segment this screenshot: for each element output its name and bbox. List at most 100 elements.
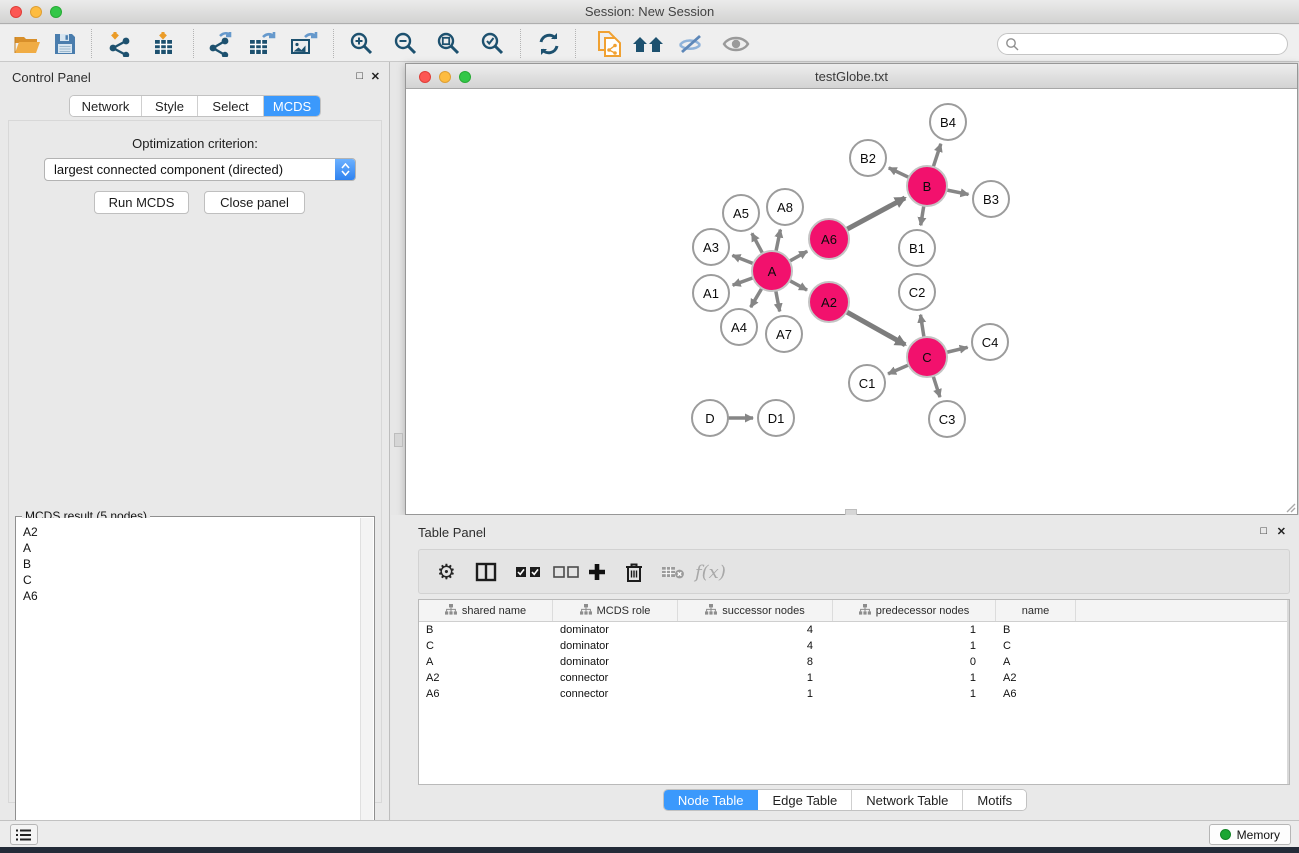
- cell-predecessor-nodes[interactable]: 1: [833, 670, 996, 686]
- zoom-out-icon[interactable]: [388, 27, 424, 60]
- cell-mcds-role[interactable]: dominator: [553, 622, 678, 638]
- column-header-shared-name[interactable]: shared name: [419, 600, 553, 621]
- cell-name[interactable]: A: [996, 654, 1076, 670]
- cell-successor-nodes[interactable]: 8: [678, 654, 833, 670]
- cell-successor-nodes[interactable]: 1: [678, 686, 833, 702]
- table-row[interactable]: Cdominator41C: [419, 638, 1289, 654]
- cell-shared-name[interactable]: A: [419, 654, 553, 670]
- import-network-icon[interactable]: [102, 27, 138, 60]
- tab-style[interactable]: Style: [142, 96, 198, 116]
- network-window-titlebar[interactable]: testGlobe.txt: [406, 64, 1297, 89]
- tab-network[interactable]: Network: [70, 96, 142, 116]
- cell-successor-nodes[interactable]: 4: [678, 622, 833, 638]
- cell-shared-name[interactable]: A2: [419, 670, 553, 686]
- open-file-icon[interactable]: [9, 27, 45, 60]
- tab-network-table[interactable]: Network Table: [852, 790, 963, 810]
- resize-grip-icon[interactable]: [1285, 502, 1296, 513]
- import-table-icon[interactable]: [145, 27, 181, 60]
- select-all-icon[interactable]: [515, 556, 541, 588]
- minimize-window-button[interactable]: [30, 6, 42, 18]
- table-row[interactable]: A6connector11A6: [419, 686, 1289, 702]
- float-panel-icon[interactable]: □: [356, 70, 363, 82]
- network-file-icon[interactable]: [590, 27, 626, 60]
- cell-successor-nodes[interactable]: 4: [678, 638, 833, 654]
- cell-predecessor-nodes[interactable]: 1: [833, 686, 996, 702]
- node-B1[interactable]: B1: [898, 229, 936, 267]
- export-table-icon[interactable]: [244, 27, 280, 60]
- cell-shared-name[interactable]: A6: [419, 686, 553, 702]
- zoom-fit-icon[interactable]: [431, 27, 467, 60]
- cell-name[interactable]: B: [996, 622, 1076, 638]
- node-C[interactable]: C: [906, 336, 948, 378]
- function-builder-icon[interactable]: f(x): [695, 556, 726, 588]
- node-D1[interactable]: D1: [757, 399, 795, 437]
- table-float-icon[interactable]: □: [1260, 525, 1267, 537]
- cell-mcds-role[interactable]: connector: [553, 670, 678, 686]
- column-header-mcds-role[interactable]: MCDS role: [553, 600, 678, 621]
- show-columns-icon[interactable]: [475, 556, 497, 588]
- show-all-icon[interactable]: [718, 27, 754, 60]
- mcds-result-list[interactable]: A2ABCA6: [17, 518, 360, 853]
- node-D[interactable]: D: [691, 399, 729, 437]
- table-close-icon[interactable]: ✕: [1277, 525, 1286, 538]
- network-zoom-button[interactable]: [459, 71, 471, 83]
- cell-mcds-role[interactable]: connector: [553, 686, 678, 702]
- vertical-divider-handle[interactable]: [394, 433, 403, 447]
- result-item[interactable]: A: [23, 540, 360, 556]
- delete-column-icon[interactable]: [625, 556, 643, 588]
- tab-node-table[interactable]: Node Table: [664, 790, 759, 810]
- criterion-dropdown[interactable]: largest connected component (directed): [44, 158, 356, 181]
- cell-shared-name[interactable]: C: [419, 638, 553, 654]
- search-input[interactable]: [1019, 37, 1269, 51]
- settings-gear-icon[interactable]: ⚙: [437, 556, 456, 588]
- result-item[interactable]: C: [23, 572, 360, 588]
- delete-table-icon[interactable]: [661, 556, 685, 588]
- node-C3[interactable]: C3: [928, 400, 966, 438]
- result-item[interactable]: A6: [23, 588, 360, 604]
- cell-name[interactable]: A6: [996, 686, 1076, 702]
- memory-button[interactable]: Memory: [1209, 824, 1291, 845]
- network-canvas[interactable]: B4B2BB3A8A5A6A3B1AA1C2A2A4A7C4CC1DD1C3: [406, 89, 1297, 514]
- task-history-button[interactable]: [10, 824, 38, 845]
- cell-predecessor-nodes[interactable]: 1: [833, 638, 996, 654]
- cell-shared-name[interactable]: B: [419, 622, 553, 638]
- node-A5[interactable]: A5: [722, 194, 760, 232]
- node-A2[interactable]: A2: [808, 281, 850, 323]
- node-A[interactable]: A: [751, 250, 793, 292]
- add-column-icon[interactable]: [587, 556, 607, 588]
- node-A6[interactable]: A6: [808, 218, 850, 260]
- node-A8[interactable]: A8: [766, 188, 804, 226]
- node-B2[interactable]: B2: [849, 139, 887, 177]
- zoom-selected-icon[interactable]: [475, 27, 511, 60]
- cell-predecessor-nodes[interactable]: 0: [833, 654, 996, 670]
- node-C1[interactable]: C1: [848, 364, 886, 402]
- node-A4[interactable]: A4: [720, 308, 758, 346]
- refresh-layout-icon[interactable]: [531, 27, 567, 60]
- cell-name[interactable]: A2: [996, 670, 1076, 686]
- cell-name[interactable]: C: [996, 638, 1076, 654]
- node-C4[interactable]: C4: [971, 323, 1009, 361]
- tab-motifs[interactable]: Motifs: [963, 790, 1026, 810]
- tab-select[interactable]: Select: [198, 96, 264, 116]
- column-header-successor-nodes[interactable]: successor nodes: [678, 600, 833, 621]
- zoom-in-icon[interactable]: [344, 27, 380, 60]
- export-image-icon[interactable]: [286, 27, 322, 60]
- run-mcds-button[interactable]: Run MCDS: [94, 191, 189, 214]
- node-B[interactable]: B: [906, 165, 948, 207]
- tab-mcds[interactable]: MCDS: [264, 96, 320, 116]
- node-B4[interactable]: B4: [929, 103, 967, 141]
- zoom-window-button[interactable]: [50, 6, 62, 18]
- node-A1[interactable]: A1: [692, 274, 730, 312]
- cell-mcds-role[interactable]: dominator: [553, 654, 678, 670]
- first-neighbors-icon[interactable]: [630, 27, 666, 60]
- close-panel-icon[interactable]: ✕: [371, 70, 380, 83]
- cell-mcds-role[interactable]: dominator: [553, 638, 678, 654]
- close-panel-button[interactable]: Close panel: [204, 191, 305, 214]
- cell-predecessor-nodes[interactable]: 1: [833, 622, 996, 638]
- table-row[interactable]: Adominator80A: [419, 654, 1289, 670]
- node-C2[interactable]: C2: [898, 273, 936, 311]
- node-A7[interactable]: A7: [765, 315, 803, 353]
- table-scrollbar[interactable]: [1287, 600, 1289, 784]
- column-header-name[interactable]: name: [996, 600, 1076, 621]
- save-session-icon[interactable]: [47, 27, 83, 60]
